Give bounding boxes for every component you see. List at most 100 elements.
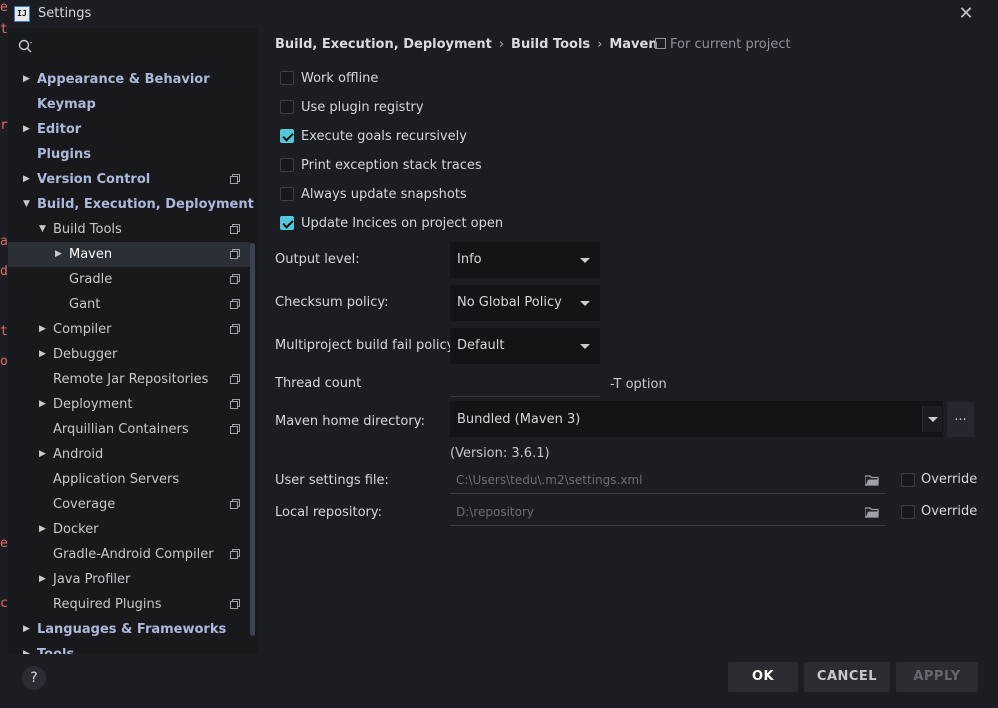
chevron-down-icon[interactable] (922, 406, 942, 432)
always-update-snapshots-checkbox[interactable] (280, 187, 294, 201)
folder-icon[interactable] (865, 475, 879, 486)
override-label: Override (921, 504, 978, 519)
sidebar-item[interactable]: ▶ Version Control (8, 167, 250, 192)
chevron-right-icon[interactable]: ▶ (39, 442, 49, 467)
sidebar-item[interactable]: ▶ Android (8, 442, 250, 467)
sidebar-item[interactable]: Coverage (8, 492, 250, 517)
cancel-button[interactable]: CANCEL (804, 662, 890, 692)
breadcrumb-item[interactable]: Build Tools (511, 37, 590, 52)
sidebar-item-label: Docker (53, 522, 99, 537)
checkbox-label: Always update snapshots (301, 187, 467, 202)
chevron-right-icon[interactable]: ▶ (55, 242, 65, 267)
search-icon (18, 39, 32, 53)
print-exception-stack-traces-checkbox[interactable] (280, 158, 294, 172)
maven-settings-panel: Build, Execution, Deployment › Build Tools… (258, 28, 998, 654)
field-value: D:\repository (456, 505, 535, 519)
checkbox-label: Update Incices on project open (301, 216, 504, 231)
editor-edge-char: o (0, 354, 8, 369)
project-scope-icon (230, 399, 240, 409)
sidebar-scrollbar[interactable] (250, 243, 255, 636)
chevron-right-icon[interactable]: ▶ (39, 567, 49, 592)
sidebar-item[interactable]: ▶ Java Profiler (8, 567, 250, 592)
sidebar-item[interactable]: ▶ Maven (8, 242, 250, 267)
settings-search-field[interactable] (16, 36, 256, 60)
sidebar-item[interactable]: Remote Jar Repositories (8, 367, 250, 392)
maven-home-label: Maven home directory: (275, 414, 425, 429)
project-scope-icon (230, 274, 240, 284)
work-offline-checkbox[interactable] (280, 71, 294, 85)
user-settings-field[interactable]: C:\Users\tedu\.m2\settings.xml (450, 469, 885, 494)
chevron-right-icon[interactable]: ▶ (23, 167, 33, 192)
sidebar-item[interactable]: ▼ Build, Execution, Deployment (8, 192, 254, 217)
chevron-right-icon[interactable]: ▶ (39, 342, 49, 367)
breadcrumb: Build, Execution, Deployment › Build Tools… (275, 37, 658, 52)
breadcrumb-item[interactable]: Build, Execution, Deployment (275, 37, 492, 52)
chevron-right-icon[interactable]: ▶ (39, 517, 49, 542)
folder-icon[interactable] (865, 507, 879, 518)
output-level-label: Output level: (275, 252, 360, 267)
project-scope-icon (230, 374, 240, 384)
dialog-footer: ? OK CANCEL APPLY (0, 654, 998, 708)
scope-text: For current project (670, 37, 791, 52)
sidebar-item[interactable]: Gradle-Android Compiler (8, 542, 250, 567)
output-level-select[interactable]: Info (450, 242, 600, 278)
sidebar-item-label: Debugger (53, 347, 118, 362)
fail-policy-select[interactable]: Default (450, 328, 600, 364)
override-checkbox[interactable] (901, 505, 915, 519)
use-plugin-registry-checkbox[interactable] (280, 100, 294, 114)
sidebar-item[interactable]: ▶ Docker (8, 517, 250, 542)
fail-policy-label: Multiproject build fail policy: (275, 338, 458, 353)
chevron-right-icon[interactable]: ▶ (23, 617, 33, 642)
sidebar-item[interactable]: ▶ Appearance & Behavior (8, 67, 250, 92)
apply-button[interactable]: APPLY (896, 662, 978, 692)
sidebar-item[interactable]: Gradle (8, 267, 250, 292)
maven-version: (Version: 3.6.1) (450, 446, 550, 461)
chevron-down-icon[interactable]: ▼ (23, 192, 33, 217)
breadcrumb-separator: › (498, 37, 505, 52)
ok-button[interactable]: OK (728, 662, 798, 692)
project-scope-icon (230, 224, 240, 234)
close-icon[interactable]: ✕ (955, 3, 977, 25)
chevron-right-icon[interactable]: ▶ (23, 67, 33, 92)
sidebar-item[interactable]: Plugins (8, 142, 250, 167)
sidebar-item-label: Deployment (53, 397, 133, 412)
execute-goals-recursively-checkbox[interactable] (280, 129, 294, 143)
editor-edge-char: r (0, 118, 8, 133)
sidebar-item-label: Maven (69, 247, 113, 262)
sidebar-item[interactable]: ▶ Editor (8, 117, 250, 142)
user-settings-label: User settings file: (275, 473, 389, 488)
sidebar-item-label: Arquillian Containers (53, 422, 189, 437)
chevron-right-icon[interactable]: ▶ (23, 642, 33, 654)
chevron-down-icon[interactable]: ▼ (39, 217, 49, 242)
maven-home-combo[interactable]: Bundled (Maven 3) (450, 401, 943, 437)
help-button[interactable]: ? (22, 666, 46, 690)
local-repository-field[interactable]: D:\repository (450, 501, 885, 526)
sidebar-item[interactable]: ▶ Tools (8, 642, 250, 654)
sidebar-item-label: Coverage (53, 497, 116, 512)
sidebar-item[interactable]: ▶ Debugger (8, 342, 250, 367)
chevron-right-icon[interactable]: ▶ (39, 317, 49, 342)
chevron-down-icon (580, 344, 590, 349)
sidebar-item[interactable]: ▶ Deployment (8, 392, 250, 417)
checkbox-label: Execute goals recursively (301, 129, 467, 144)
chevron-right-icon[interactable]: ▶ (39, 392, 49, 417)
sidebar-item[interactable]: Arquillian Containers (8, 417, 250, 442)
sidebar-item[interactable]: Keymap (8, 92, 250, 117)
sidebar-item[interactable]: ▼ Build Tools (8, 217, 250, 242)
browse-button[interactable]: ... (947, 402, 974, 437)
combo-value: Bundled (Maven 3) (457, 412, 581, 427)
update-indices-checkbox[interactable] (280, 216, 294, 230)
sidebar-item[interactable]: ▶ Compiler (8, 317, 250, 342)
checksum-policy-select[interactable]: No Global Policy (450, 285, 600, 321)
sidebar-item[interactable]: ▶ Languages & Frameworks (8, 617, 250, 642)
override-checkbox[interactable] (901, 473, 915, 487)
window-title: Settings (38, 6, 92, 21)
chevron-right-icon[interactable]: ▶ (23, 117, 33, 142)
thread-count-label: Thread count (275, 376, 362, 391)
thread-count-input[interactable] (450, 368, 600, 397)
sidebar-item[interactable]: Required Plugins (8, 592, 250, 617)
intellij-logo-icon: IJ (14, 6, 30, 22)
chevron-down-icon (580, 301, 590, 306)
sidebar-item[interactable]: Gant (8, 292, 250, 317)
sidebar-item[interactable]: Application Servers (8, 467, 250, 492)
